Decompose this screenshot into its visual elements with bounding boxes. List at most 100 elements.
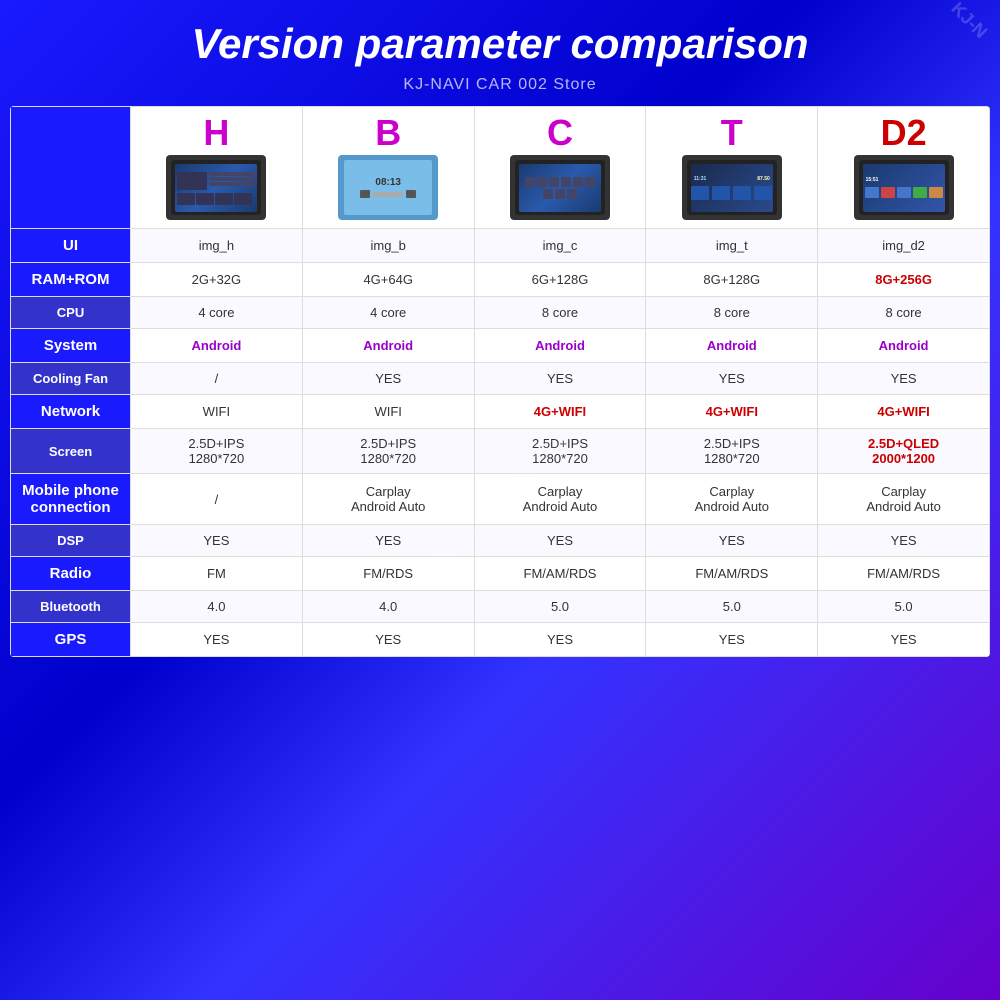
screen-inner-h (175, 164, 257, 212)
page-title: Version parameter comparison (0, 0, 1000, 76)
header-row: H (11, 107, 990, 229)
cell-7-3: Carplay Android Auto (646, 474, 818, 525)
store-name: KJ-NAVI CAR 002 Store (0, 76, 1000, 94)
cell-5-3: 4G+WIFI (646, 395, 818, 429)
cell-0-4: img_d2 (818, 229, 990, 263)
version-b-letter: B (307, 115, 470, 151)
cell-9-2: FM/AM/RDS (474, 557, 646, 591)
row-label-10: Bluetooth (11, 591, 131, 623)
row-label-9: Radio (11, 557, 131, 591)
cell-7-1: Carplay Android Auto (302, 474, 474, 525)
cell-9-0: FM (131, 557, 303, 591)
cell-8-4: YES (818, 525, 990, 557)
cell-1-3: 8G+128G (646, 263, 818, 297)
header-d2: D2 15:51 (818, 107, 990, 229)
cell-1-4: 8G+256G (818, 263, 990, 297)
table-row: SystemAndroidAndroidAndroidAndroidAndroi… (11, 329, 990, 363)
row-label-3: System (11, 329, 131, 363)
cell-11-4: YES (818, 623, 990, 657)
cell-5-0: WIFI (131, 395, 303, 429)
header-t: T 11:31 87.50 (646, 107, 818, 229)
cell-10-3: 5.0 (646, 591, 818, 623)
cell-9-1: FM/RDS (302, 557, 474, 591)
device-img-b: 08:13 (338, 155, 438, 220)
cell-0-3: img_t (646, 229, 818, 263)
cell-7-4: Carplay Android Auto (818, 474, 990, 525)
cell-11-1: YES (302, 623, 474, 657)
device-img-h (166, 155, 266, 220)
cell-2-1: 4 core (302, 297, 474, 329)
cell-3-0: Android (131, 329, 303, 363)
screen-t: 11:31 87.50 (687, 160, 777, 215)
table-row: NetworkWIFIWIFI4G+WIFI4G+WIFI4G+WIFI (11, 395, 990, 429)
row-label-11: GPS (11, 623, 131, 657)
cell-10-0: 4.0 (131, 591, 303, 623)
cell-11-0: YES (131, 623, 303, 657)
cell-2-3: 8 core (646, 297, 818, 329)
table-row: UIimg_himg_bimg_cimg_timg_d2 (11, 229, 990, 263)
screen-b: 08:13 (340, 157, 436, 219)
cell-6-4: 2.5D+QLED 2000*1200 (818, 429, 990, 474)
header-label-cell (11, 107, 131, 229)
row-label-2: CPU (11, 297, 131, 329)
version-c-letter: C (479, 115, 642, 151)
cell-10-1: 4.0 (302, 591, 474, 623)
cell-5-4: 4G+WIFI (818, 395, 990, 429)
cell-1-2: 6G+128G (474, 263, 646, 297)
screen-inner-d2: 15:51 (863, 164, 945, 212)
table-row: CPU4 core4 core8 core8 core8 core (11, 297, 990, 329)
cell-6-1: 2.5D+IPS 1280*720 (302, 429, 474, 474)
screen-h (171, 160, 261, 215)
cell-8-3: YES (646, 525, 818, 557)
comparison-table: H (10, 106, 990, 657)
row-label-7: Mobile phone connection (11, 474, 131, 525)
row-label-0: UI (11, 229, 131, 263)
version-t-letter: T (650, 115, 813, 151)
cell-5-2: 4G+WIFI (474, 395, 646, 429)
cell-0-1: img_b (302, 229, 474, 263)
table-row: Mobile phone connection/Carplay Android … (11, 474, 990, 525)
device-img-t: 11:31 87.50 (682, 155, 782, 220)
table-row: Bluetooth4.04.05.05.05.0 (11, 591, 990, 623)
table-container: H (10, 106, 990, 657)
cell-8-2: YES (474, 525, 646, 557)
cell-9-3: FM/AM/RDS (646, 557, 818, 591)
cell-3-3: Android (646, 329, 818, 363)
cell-6-0: 2.5D+IPS 1280*720 (131, 429, 303, 474)
cell-3-4: Android (818, 329, 990, 363)
row-label-8: DSP (11, 525, 131, 557)
version-h-letter: H (135, 115, 298, 151)
cell-3-2: Android (474, 329, 646, 363)
table-row: RAM+ROM2G+32G4G+64G6G+128G8G+128G8G+256G (11, 263, 990, 297)
cell-4-1: YES (302, 363, 474, 395)
row-label-4: Cooling Fan (11, 363, 131, 395)
screen-c (515, 160, 605, 215)
row-label-1: RAM+ROM (11, 263, 131, 297)
table-row: GPSYESYESYESYESYES (11, 623, 990, 657)
cell-1-0: 2G+32G (131, 263, 303, 297)
table-row: RadioFMFM/RDSFM/AM/RDSFM/AM/RDSFM/AM/RDS (11, 557, 990, 591)
cell-2-2: 8 core (474, 297, 646, 329)
version-d2-letter: D2 (822, 115, 985, 151)
cell-8-0: YES (131, 525, 303, 557)
cell-11-2: YES (474, 623, 646, 657)
cell-2-0: 4 core (131, 297, 303, 329)
cell-6-3: 2.5D+IPS 1280*720 (646, 429, 818, 474)
cell-10-4: 5.0 (818, 591, 990, 623)
cell-7-0: / (131, 474, 303, 525)
cell-10-2: 5.0 (474, 591, 646, 623)
cell-6-2: 2.5D+IPS 1280*720 (474, 429, 646, 474)
cell-2-4: 8 core (818, 297, 990, 329)
cell-4-2: YES (474, 363, 646, 395)
row-label-5: Network (11, 395, 131, 429)
cell-11-3: YES (646, 623, 818, 657)
cell-1-1: 4G+64G (302, 263, 474, 297)
device-img-c (510, 155, 610, 220)
cell-9-4: FM/AM/RDS (818, 557, 990, 591)
cell-0-0: img_h (131, 229, 303, 263)
cell-4-3: YES (646, 363, 818, 395)
cell-8-1: YES (302, 525, 474, 557)
cell-3-1: Android (302, 329, 474, 363)
table-row: DSPYESYESYESYESYES (11, 525, 990, 557)
device-img-d2: 15:51 (854, 155, 954, 220)
